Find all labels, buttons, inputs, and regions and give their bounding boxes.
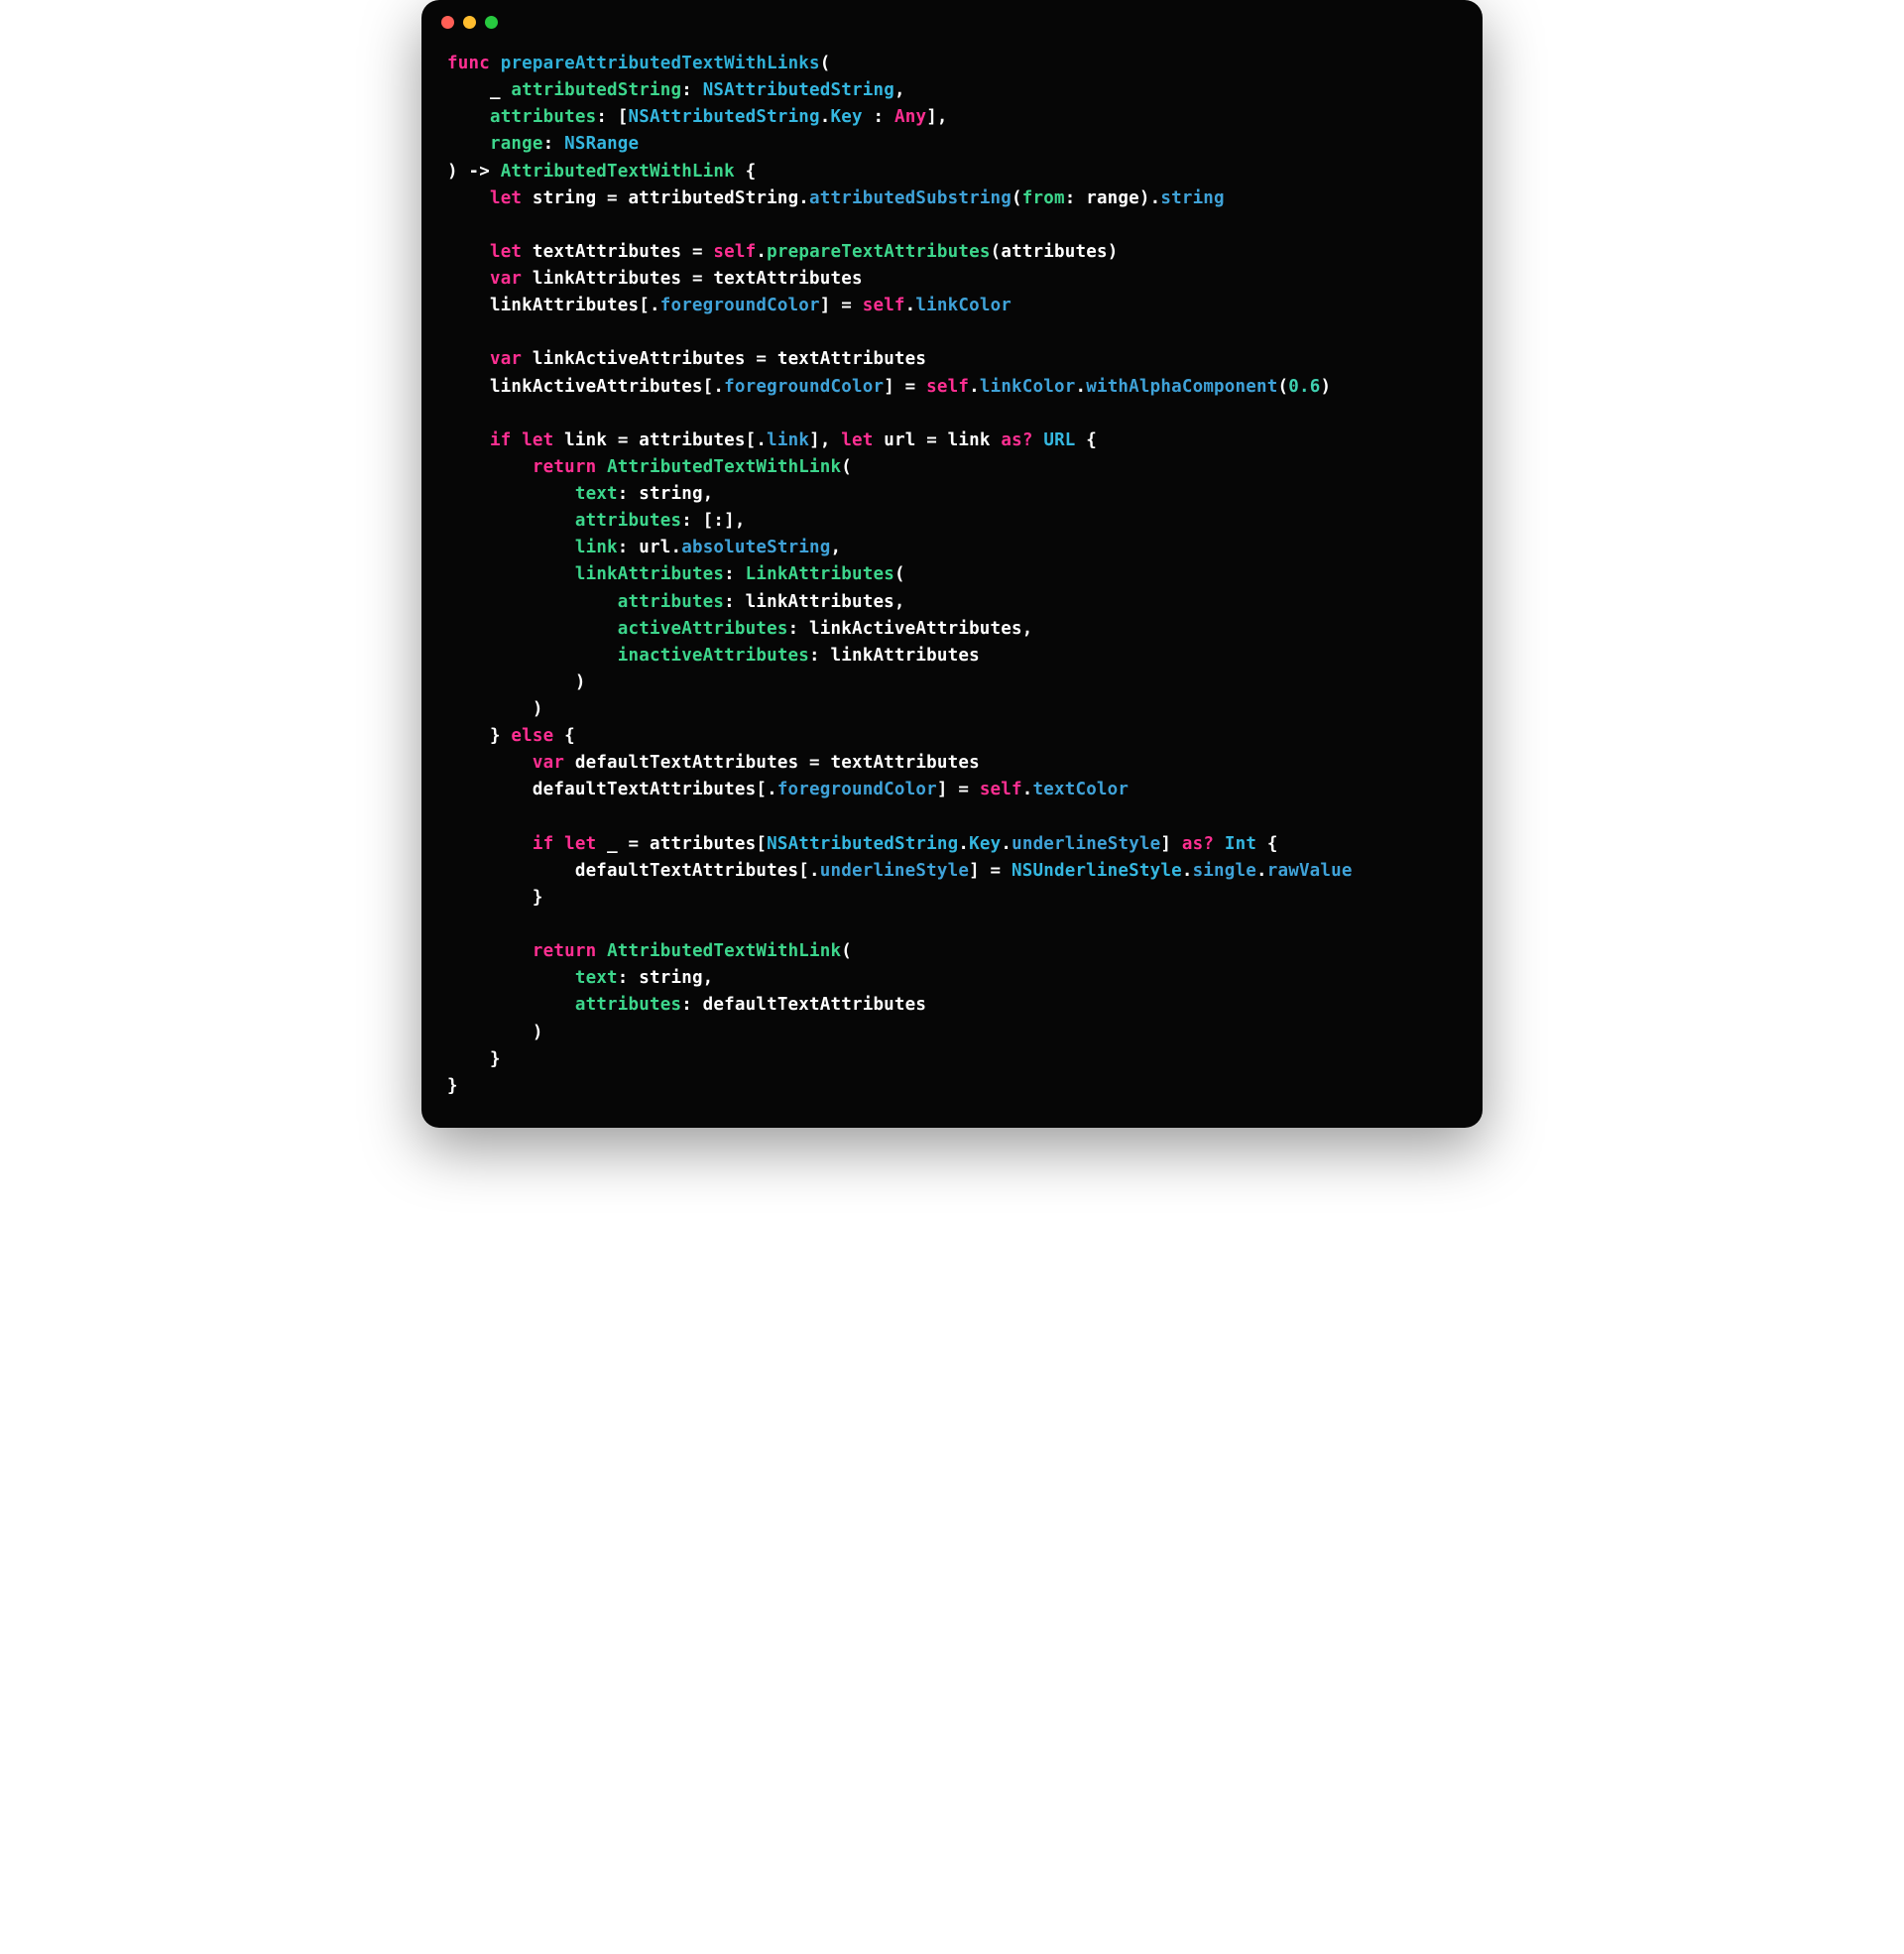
keyword: func [447,54,490,73]
property: rawValue [1267,861,1353,881]
arg-label: from [1022,188,1065,208]
code-window: func prepareAttributedTextWithLinks( _ a… [421,0,1483,1128]
keyword: let [490,188,522,208]
enum-case: underlineStyle [820,861,969,881]
keyword: return [533,457,596,477]
keyword: if [490,430,511,450]
property: linkColor [915,296,1012,315]
type-name: NSAttributedString [629,107,820,127]
arg-label: attributes [575,511,681,531]
keyword: return [533,941,596,961]
type-name: NSRange [564,134,639,154]
type-name: AttributedTextWithLink [607,457,841,477]
param-name: range [490,134,543,154]
method-name: withAlphaComponent [1086,377,1277,397]
function-name: prepareAttributedTextWithLinks [501,54,820,73]
enum-case: foregroundColor [777,780,937,799]
keyword: as? [1182,834,1214,854]
number: 0.6 [1288,377,1320,397]
enum-case: link [767,430,809,450]
keyword: self [713,242,756,262]
arg-label: attributes [618,592,724,612]
param-name: attributes [490,107,596,127]
arg-label: inactiveAttributes [618,646,809,666]
arg-label: text [575,484,618,504]
keyword: Any [894,107,926,127]
keyword: var [490,269,522,289]
type-name: AttributedTextWithLink [607,941,841,961]
type-name: LinkAttributes [746,564,894,584]
keyword: var [533,753,564,773]
arg-label: link [575,538,618,557]
type-name: NSAttributedString [767,834,958,854]
keyword: let [841,430,873,450]
property: linkColor [980,377,1076,397]
arg-label: text [575,968,618,988]
arg-label: attributes [575,995,681,1015]
property: single [1193,861,1256,881]
arg-label: linkAttributes [575,564,724,584]
type-name: NSAttributedString [703,80,894,100]
method-name: prepareTextAttributes [767,242,990,262]
keyword: let [564,834,596,854]
property: absoluteString [681,538,830,557]
property: underlineStyle [1012,834,1160,854]
type-name: URL [1043,430,1075,450]
keyword: else [511,726,553,746]
keyword: let [490,242,522,262]
code-block: func prepareAttributedTextWithLinks( _ a… [421,33,1483,1128]
property: textColor [1033,780,1130,799]
keyword: let [522,430,553,450]
keyword: as? [1001,430,1032,450]
type-name: Int [1225,834,1256,854]
arg-label: activeAttributes [618,619,788,639]
type-name: NSUnderlineStyle [1012,861,1182,881]
enum-case: foregroundColor [724,377,884,397]
keyword: self [980,780,1022,799]
property: string [1160,188,1224,208]
return-type: AttributedTextWithLink [501,162,735,182]
close-icon[interactable] [441,16,454,29]
enum-case: foregroundColor [660,296,820,315]
keyword: if [533,834,553,854]
minimize-icon[interactable] [463,16,476,29]
keyword: var [490,349,522,369]
keyword: self [863,296,905,315]
method-name: attributedSubstring [809,188,1012,208]
keyword: self [926,377,969,397]
param-name: attributedString [511,80,681,100]
zoom-icon[interactable] [485,16,498,29]
titlebar [421,0,1483,33]
